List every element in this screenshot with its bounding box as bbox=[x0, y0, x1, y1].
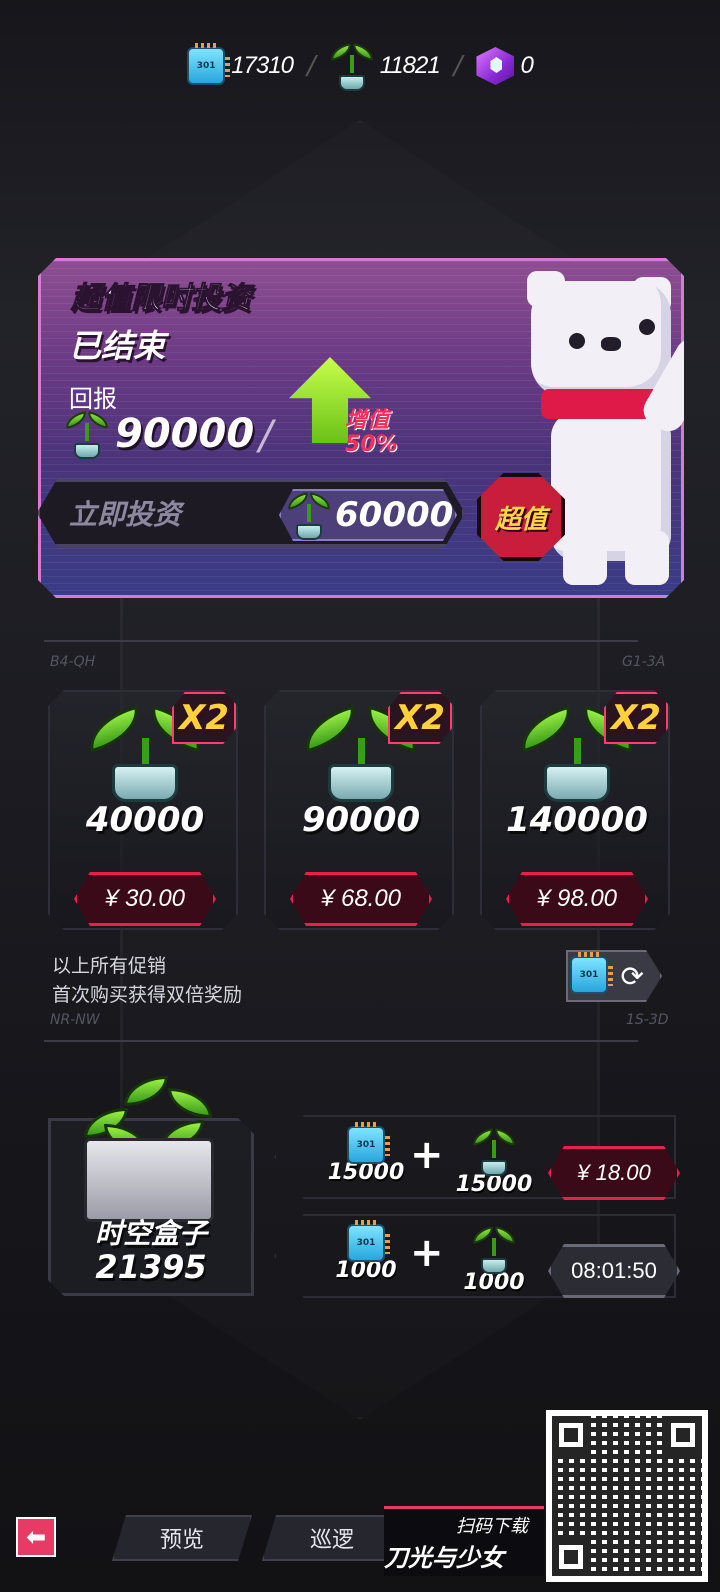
separator: / bbox=[453, 51, 463, 81]
bundle-chips: 301 15000 bbox=[326, 1122, 406, 1185]
chip-icon-label: 301 bbox=[356, 1140, 376, 1150]
exchange-refresh-button[interactable]: 301 ⟳ bbox=[566, 950, 662, 1002]
chip-icon: 301 bbox=[347, 1220, 390, 1262]
investment-banner: 超值限时投资 已结束 回报 90000 / 增值 50% 立即投资 60000 … bbox=[38, 258, 684, 598]
refresh-icon: ⟳ bbox=[620, 959, 644, 993]
leaf bbox=[168, 1088, 212, 1118]
pack-card[interactable]: X2 90000 ¥ 68.00 bbox=[264, 690, 454, 930]
promo-note-line: 以上所有促销 bbox=[52, 955, 167, 977]
sprout-icon bbox=[63, 409, 111, 459]
sprouts-count: 11821 bbox=[379, 52, 441, 79]
plus-icon: + bbox=[410, 1132, 444, 1178]
divider bbox=[44, 1040, 638, 1042]
qr-pattern bbox=[552, 1416, 702, 1576]
invest-cost: 60000 bbox=[279, 489, 457, 541]
bear-eye bbox=[569, 333, 585, 349]
bonus-percent: 50% bbox=[345, 432, 398, 457]
sprout-icon bbox=[285, 490, 333, 540]
timebox-title: 时空盒子 bbox=[94, 1217, 207, 1250]
double-badge: X2 bbox=[604, 692, 668, 744]
value-badge: 超值 bbox=[477, 473, 565, 561]
currency-bar: 301 17310 / 11821 / 0 bbox=[0, 38, 720, 94]
chip-icon: 301 bbox=[187, 43, 231, 85]
cost-value: 60000 bbox=[335, 495, 454, 535]
qr-code bbox=[546, 1410, 708, 1582]
timebox-count: 21395 bbox=[95, 1248, 207, 1286]
bear-eye bbox=[639, 319, 655, 335]
return-value: 90000 bbox=[115, 411, 255, 457]
pack-card[interactable]: X2 140000 ¥ 98.00 bbox=[480, 690, 670, 930]
tag-bottom-left: NR-NW bbox=[50, 1012, 100, 1028]
price-button[interactable]: ¥ 98.00 bbox=[506, 872, 648, 926]
game-title-logo: 刀光与少女 bbox=[384, 1544, 504, 1572]
divider bbox=[44, 640, 638, 642]
bundle-sprouts: 15000 bbox=[454, 1126, 534, 1197]
pack-amount: 140000 bbox=[506, 800, 648, 840]
sprout-icon bbox=[328, 41, 375, 91]
currency-cubes[interactable]: 0 bbox=[476, 47, 534, 85]
qr-finder bbox=[552, 1416, 590, 1454]
tag-bottom-right: 1S-3D bbox=[626, 1012, 669, 1028]
pack-amount: 90000 bbox=[301, 800, 421, 840]
bear-leg bbox=[563, 531, 607, 585]
bear-nose bbox=[601, 337, 621, 351]
double-badge: X2 bbox=[172, 692, 236, 744]
currency-chips[interactable]: 301 17310 bbox=[187, 43, 294, 85]
qr-finder bbox=[664, 1416, 702, 1454]
bundle-timer: 08:01:50 bbox=[548, 1244, 680, 1298]
price-button[interactable]: ¥ 68.00 bbox=[290, 872, 432, 926]
tab-preview[interactable]: 预览 bbox=[112, 1515, 252, 1561]
sprout-crate-icon bbox=[64, 1068, 234, 1222]
currency-sprouts[interactable]: 11821 bbox=[328, 41, 441, 91]
cube-icon bbox=[476, 47, 515, 85]
chip-icon: 301 bbox=[347, 1122, 390, 1164]
qr-finder bbox=[552, 1538, 590, 1576]
invest-button-label: 立即投资 bbox=[69, 498, 182, 531]
scan-download-label: 扫码下载 bbox=[456, 1516, 528, 1537]
chip-icon-label: 301 bbox=[579, 970, 599, 980]
separator: / bbox=[306, 51, 316, 81]
promo-note-line: 首次购买获得双倍奖励 bbox=[52, 984, 243, 1006]
back-button[interactable]: ⬅ bbox=[16, 1517, 56, 1557]
chip-icon-label: 301 bbox=[196, 61, 216, 71]
chips-count: 17310 bbox=[231, 52, 294, 79]
tag-top-right: G1-3A bbox=[622, 654, 666, 670]
bundle-sprouts: 1000 bbox=[454, 1224, 534, 1295]
bundle-chips: 301 1000 bbox=[326, 1220, 406, 1283]
cubes-count: 0 bbox=[520, 52, 533, 79]
bonus-text: 增值 50% bbox=[345, 409, 398, 457]
chip-icon-label: 301 bbox=[356, 1238, 376, 1248]
chip-icon: 301 bbox=[570, 952, 613, 994]
bonus-label: 增值 bbox=[345, 408, 390, 433]
bear-leg bbox=[625, 531, 669, 585]
invest-title: 超值限时投资 bbox=[71, 281, 252, 317]
pack-card[interactable]: X2 40000 ¥ 30.00 bbox=[48, 690, 238, 930]
tag-top-left: B4-QH bbox=[50, 654, 96, 670]
back-arrow-icon: ⬅ bbox=[25, 1523, 47, 1551]
pack-amount: 40000 bbox=[85, 800, 205, 840]
sprout-icon bbox=[470, 1224, 518, 1274]
tab-patrol[interactable]: 巡逻 bbox=[262, 1515, 402, 1561]
sprout-icon bbox=[470, 1126, 518, 1176]
promo-note: 以上所有促销 首次购买获得双倍奖励 bbox=[52, 952, 242, 1010]
separator: / bbox=[259, 413, 273, 459]
leaf bbox=[124, 1076, 168, 1106]
double-badge: X2 bbox=[388, 692, 452, 744]
price-button[interactable]: ¥ 30.00 bbox=[74, 872, 216, 926]
plus-icon: + bbox=[410, 1230, 444, 1276]
bundle-price-button[interactable]: ¥ 18.00 bbox=[548, 1146, 680, 1200]
return-row: 90000 bbox=[63, 409, 255, 459]
crate bbox=[84, 1138, 214, 1222]
invest-status: 已结束 bbox=[69, 327, 166, 365]
